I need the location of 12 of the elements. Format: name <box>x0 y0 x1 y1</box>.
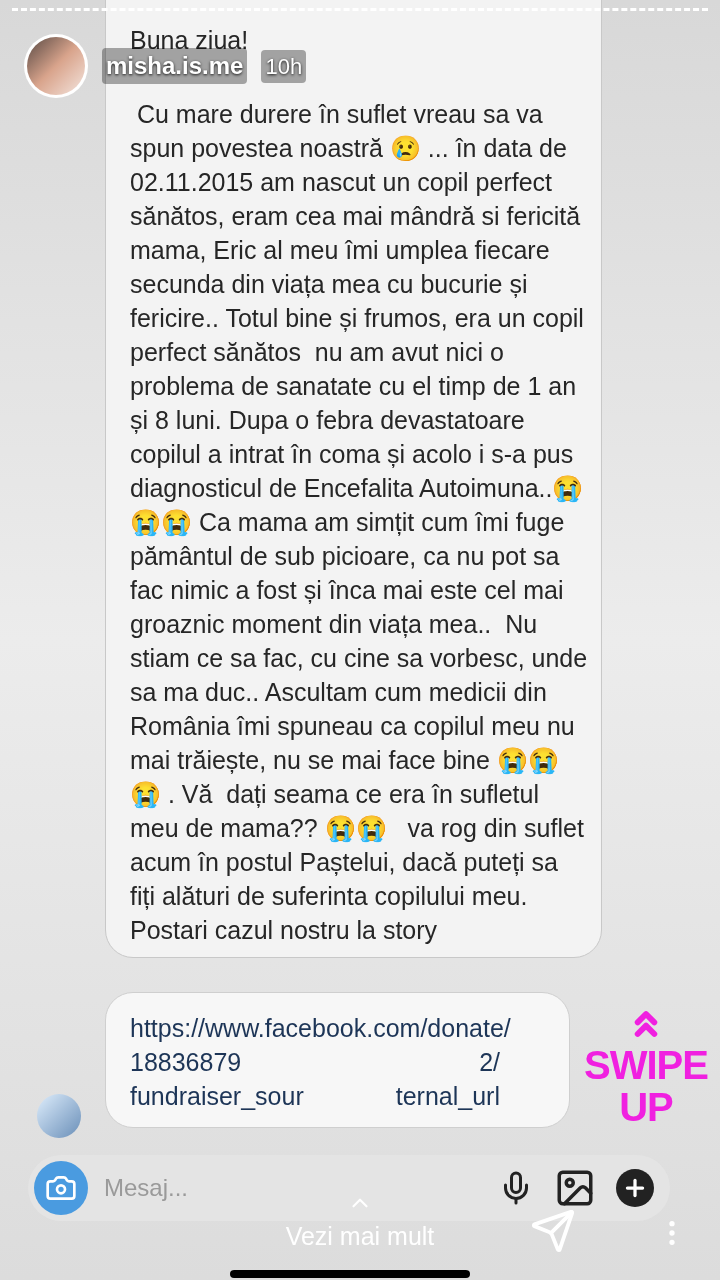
camera-button[interactable] <box>34 1161 88 1215</box>
plus-button[interactable] <box>616 1169 654 1207</box>
avatar <box>37 1094 81 1138</box>
post-time: 10h <box>261 49 307 83</box>
message-text: Cu mare durere în suflet vreau sa va spun povestea noastră 😢 ... în data de 02.11.2015 am nascut un copil perfect sănătos, eram cea mai mândră si fericită mama, Eric al meu îmi umplea fiecare secunda din viața mea cu bucurie și fericire.. Totul bine și frumos, era un copil perfect sănătos nu am avut nici o problema de sanatate cu el timp de 1 an și 8 luni. Dupa o febra devastatoare copilul a intrat în coma și acolo i s-a pus diagnosticul de Encefalita Autoimuna..😭😭😭 Ca mama am simțit cum îmi fuge pământul de sub picioare, ca nu pot sa fac nimic a fost și înca mai este cel mai groaznic moment din viața mea.. Nu stiam ce sa fac, cu cine sa vorbesc, unde sa ma duc.. Ascultam cum medicii din România îmi spuneau ca copilul meu nu mai trăiește, nu se mai face bine 😭😭😭 . Vă dați seama ce era în sufletul meu de mama?? 😭😭 va rog din suflet acum în postul Paștelui, dacă puteți sa fiți alături de suferinta copilului meu. Postari cazul nostru la story <box>130 99 589 946</box>
link-text[interactable]: 2/ <box>479 1045 500 1079</box>
link-text[interactable]: ternal_url <box>395 1079 500 1113</box>
link-text[interactable]: 18836879 <box>130 1045 242 1079</box>
message-input[interactable]: Mesaj... <box>104 1170 284 1206</box>
link-bubble[interactable]: https://www.facebook.com/donate/ 18836879 2/ fundraiser_sour ternal_url <box>105 992 570 1128</box>
link-text[interactable]: fundraiser_sour <box>130 1079 304 1113</box>
link-text[interactable]: https://www.facebook.com/donate/ <box>130 1011 511 1045</box>
